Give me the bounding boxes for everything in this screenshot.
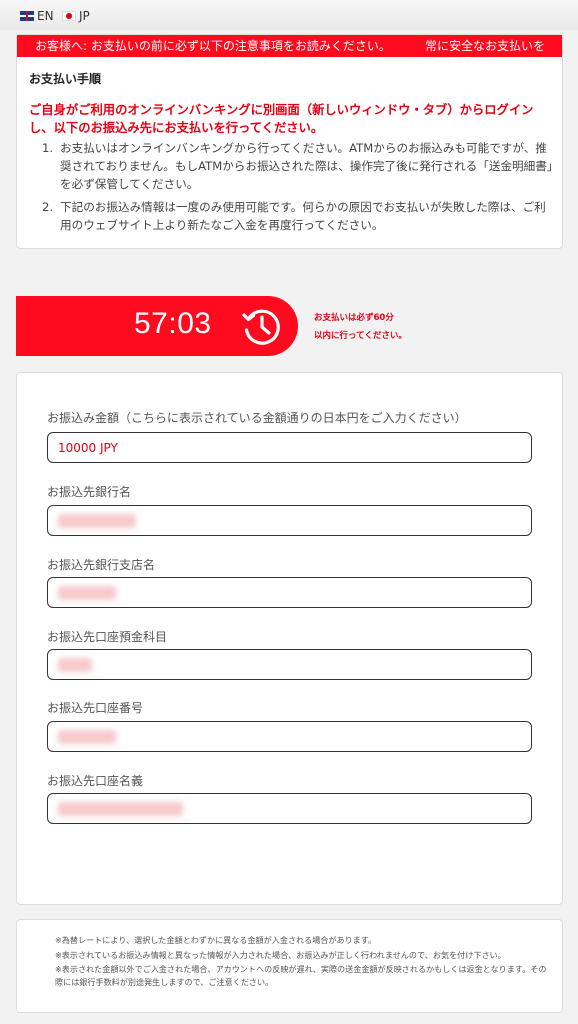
- language-en-label: EN: [37, 9, 54, 23]
- account-number-label: お振込先口座番号: [47, 701, 144, 715]
- disclaimer-item: ※表示された金額以外でご入金された場合、アカウントへの反映が遅れ、実際の送金金額…: [55, 964, 547, 987]
- account-holder-field[interactable]: [47, 793, 532, 824]
- language-jp-link[interactable]: JP: [62, 9, 90, 23]
- japan-flag-icon: [62, 11, 76, 21]
- amount-field[interactable]: [47, 432, 532, 463]
- timer-note-line-2: 以内に行ってください。: [314, 331, 407, 341]
- marquee-text-2: 常に安全なお支払いを: [425, 39, 546, 53]
- payment-step: 2. 下記のお振込み情報は一度のみ使用可能です。何らかの原因でお支払いが失敗した…: [42, 198, 556, 234]
- disclaimer-item: ※表示されているお振込み情報と異なった情報が入力された場合、お振込みが正しく行わ…: [55, 949, 506, 960]
- step-number: 2.: [42, 200, 54, 214]
- step-number: 1.: [42, 141, 54, 155]
- timer-note-line-1: お支払いは必ず60分: [314, 313, 394, 323]
- redacted-value: [58, 658, 92, 672]
- account-type-label: お振込先口座預金科目: [47, 630, 168, 644]
- disclaimer-list: ※為替レートにより、選択した金額とわずかに異なる金額が入金される場合があります。…: [55, 934, 551, 991]
- redacted-value: [58, 586, 116, 600]
- account-holder-label: お振込先口座名義: [47, 774, 144, 788]
- step-text: 下記のお振込み情報は一度のみ使用可能です。何らかの原因でお支払いが失敗した際は、…: [60, 200, 546, 232]
- uk-flag-icon: [20, 11, 34, 21]
- branch-name-field[interactable]: [47, 577, 532, 608]
- notice-marquee: お客様へ: お支払いの前に必ず以下の注意事項をお読みください。 常に安全なお支払…: [17, 35, 562, 57]
- bank-name-field[interactable]: [47, 505, 532, 536]
- language-bar: EN JP: [0, 0, 578, 30]
- payment-steps-title: お支払い手順: [29, 72, 102, 86]
- disclaimer-item: ※為替レートにより、選択した金額とわずかに異なる金額が入金される場合があります。: [55, 935, 377, 945]
- payment-step: 1. お支払いはオンラインバンキングから行ってください。ATMからのお振込みも可…: [42, 139, 556, 193]
- countdown-value: 57:03: [134, 307, 212, 340]
- language-en-link[interactable]: EN: [20, 9, 54, 23]
- clock-history-icon: [242, 309, 280, 345]
- countdown-timer: 57:03: [16, 296, 298, 356]
- account-type-field[interactable]: [47, 649, 532, 680]
- bank-name-label: お振込先銀行名: [47, 485, 132, 499]
- payment-steps-list: 1. お支払いはオンラインバンキングから行ってください。ATMからのお振込みも可…: [42, 139, 556, 239]
- marquee-text-1: お客様へ: お支払いの前に必ず以下の注意事項をお読みください。: [35, 39, 391, 53]
- account-number-field[interactable]: [47, 721, 532, 752]
- transfer-info-form: お振込み金額（こちらに表示されている金額通りの日本円をご入力ください） お振込先…: [16, 372, 563, 905]
- redacted-value: [58, 730, 116, 744]
- redacted-value: [58, 514, 136, 528]
- disclaimer-card: ※為替レートにより、選択した金額とわずかに異なる金額が入金される場合があります。…: [16, 919, 563, 1013]
- step-text: お支払いはオンラインバンキングから行ってください。ATMからのお振込みも可能です…: [60, 141, 553, 191]
- branch-name-label: お振込先銀行支店名: [47, 558, 156, 572]
- payment-warning: ご自身がご利用のオンラインバンキングに別画面（新しいウィンドウ・タブ）からログイ…: [29, 103, 534, 135]
- language-jp-label: JP: [79, 9, 90, 23]
- redacted-value: [58, 802, 183, 816]
- payment-notice-card: お客様へ: お支払いの前に必ず以下の注意事項をお読みください。 常に安全なお支払…: [16, 34, 563, 249]
- timer-note: お支払いは必ず60分 以内に行ってください。: [314, 309, 407, 345]
- amount-label: お振込み金額（こちらに表示されている金額通りの日本円をご入力ください）: [47, 411, 467, 425]
